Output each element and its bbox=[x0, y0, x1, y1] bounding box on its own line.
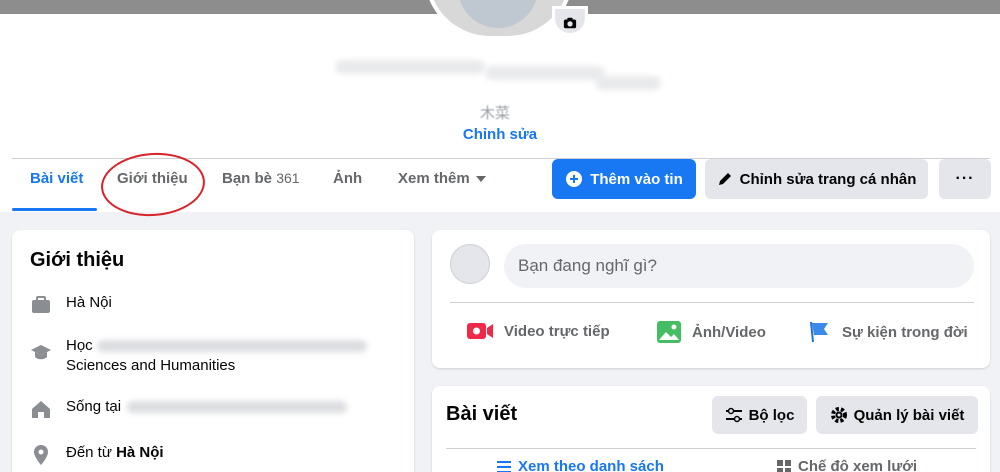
add-to-story-button[interactable]: Thêm vào tin bbox=[552, 159, 696, 199]
grid-view-tab[interactable]: Chế độ xem lưới bbox=[776, 458, 917, 472]
photo-video-label: Ảnh/Video bbox=[692, 323, 766, 341]
briefcase-icon bbox=[32, 296, 50, 313]
gear-icon bbox=[830, 407, 847, 423]
add-to-story-label: Thêm vào tin bbox=[590, 170, 683, 188]
camera-icon[interactable] bbox=[552, 6, 588, 36]
composer-input[interactable]: Bạn đang nghĩ gì? bbox=[504, 244, 974, 288]
active-tab-indicator bbox=[12, 208, 97, 211]
tab-posts-label: Bài viết bbox=[30, 170, 84, 187]
edit-profile-button[interactable]: Chỉnh sửa trang cá nhân bbox=[705, 159, 928, 199]
intro-education: Học Sciences and Humanities bbox=[30, 336, 367, 376]
live-video-icon bbox=[467, 323, 493, 339]
intro-card: Giới thiệu Hà Nội Học Sciences and Human… bbox=[12, 230, 414, 472]
composer-divider bbox=[450, 302, 974, 303]
map-pin-icon bbox=[34, 445, 48, 465]
intro-lives: Sống tại bbox=[30, 398, 348, 420]
intro-from-prefix: Đến từ bbox=[66, 444, 112, 461]
tab-friends[interactable]: Bạn bè 361 bbox=[222, 170, 300, 187]
tab-photos-label: Ảnh bbox=[333, 170, 363, 187]
intro-from: Đến từ Hà Nội bbox=[30, 444, 164, 466]
photo-icon bbox=[657, 321, 681, 343]
life-event-label: Sự kiện trong đời bbox=[842, 323, 968, 341]
list-view-label: Xem theo danh sách bbox=[518, 458, 664, 472]
home-icon bbox=[32, 401, 50, 418]
tab-more[interactable]: Xem thêm bbox=[398, 170, 486, 187]
pencil-icon bbox=[718, 173, 731, 185]
posts-divider bbox=[446, 448, 976, 449]
posts-card: Bài viết Bộ lọc Quản lý bài viết Xem the… bbox=[432, 386, 990, 472]
list-view-tab[interactable]: Xem theo danh sách bbox=[496, 458, 664, 472]
tab-more-label: Xem thêm bbox=[398, 170, 470, 187]
tab-posts[interactable]: Bài viết bbox=[30, 170, 83, 187]
live-video-label: Video trực tiếp bbox=[504, 322, 610, 340]
intro-lives-prefix: Sống tại bbox=[66, 398, 122, 415]
flag-icon bbox=[810, 321, 828, 343]
list-icon bbox=[497, 460, 511, 472]
more-options-label: ··· bbox=[955, 170, 975, 187]
intro-work: Hà Nội bbox=[30, 294, 112, 316]
manage-posts-label: Quản lý bài viết bbox=[853, 406, 965, 424]
chevron-down-icon bbox=[475, 176, 486, 183]
composer-avatar[interactable] bbox=[450, 244, 490, 284]
posts-title: Bài viết bbox=[446, 403, 518, 425]
graduation-cap-icon bbox=[31, 345, 51, 360]
intro-education-prefix: Học bbox=[66, 337, 93, 354]
grid-icon bbox=[777, 459, 791, 472]
grid-view-label: Chế độ xem lưới bbox=[798, 458, 918, 472]
profile-nickname: 木菜 bbox=[480, 105, 511, 122]
redacted-school bbox=[96, 340, 367, 353]
edit-profile-label: Chỉnh sửa trang cá nhân bbox=[739, 170, 917, 188]
tab-friends-label: Bạn bè bbox=[222, 170, 273, 187]
composer-placeholder: Bạn đang nghĩ gì? bbox=[518, 256, 657, 275]
tab-photos[interactable]: Ảnh bbox=[333, 170, 362, 187]
intro-from-city: Hà Nội bbox=[116, 444, 164, 461]
plus-circle-icon bbox=[566, 171, 583, 187]
profile-name-redacted bbox=[335, 56, 665, 100]
manage-posts-button[interactable]: Quản lý bài viết bbox=[816, 396, 978, 434]
friends-count: 361 bbox=[276, 170, 300, 186]
filter-button[interactable]: Bộ lọc bbox=[712, 396, 807, 434]
intro-work-text: Hà Nội bbox=[66, 294, 112, 311]
edit-bio-link[interactable]: Chỉnh sửa bbox=[0, 126, 1000, 143]
photo-video-button[interactable]: Ảnh/Video bbox=[656, 320, 766, 344]
filter-label: Bộ lọc bbox=[748, 406, 795, 424]
more-options-button[interactable]: ··· bbox=[939, 159, 991, 199]
intro-title: Giới thiệu bbox=[30, 249, 125, 271]
sliders-icon bbox=[725, 407, 742, 423]
intro-education-suffix: Sciences and Humanities bbox=[66, 357, 236, 374]
life-event-button[interactable]: Sự kiện trong đời bbox=[808, 320, 968, 344]
redacted-location bbox=[127, 401, 348, 413]
post-composer: Bạn đang nghĩ gì? Video trực tiếp Ảnh/Vi… bbox=[432, 230, 990, 368]
live-video-button[interactable]: Video trực tiếp bbox=[466, 320, 610, 342]
